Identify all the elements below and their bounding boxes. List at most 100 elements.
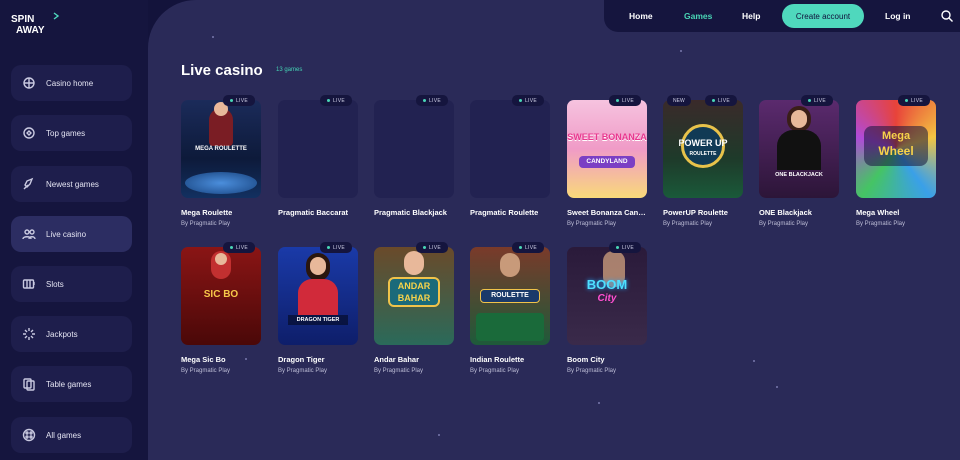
sidebar-item-top-games[interactable]: Top games: [11, 115, 132, 151]
page-title: Live casino: [181, 62, 263, 79]
game-title[interactable]: Pragmatic Roulette: [470, 208, 550, 217]
game-thumbnail[interactable]: SWEET BONANZA CANDYLAND: [567, 100, 647, 198]
sidebar-item-slots[interactable]: Slots: [11, 266, 132, 302]
rocket-icon: [21, 176, 37, 192]
game-thumbnail[interactable]: ANDAR BAHAR: [374, 247, 454, 345]
game-provider: By Pragmatic Play: [181, 221, 231, 227]
new-badge: NEW: [667, 95, 691, 106]
sidebar-item-live-casino[interactable]: Live casino: [11, 216, 132, 252]
sidebar: SPIN AWAY Casino home Top games Newest g…: [0, 0, 148, 460]
trophy-icon: [21, 125, 37, 141]
slots-icon: [21, 276, 37, 292]
game-art-text: DRAGON TIGER: [296, 317, 340, 323]
game-art-text-2: CANDYLAND: [586, 158, 628, 165]
game-card-powerup-roulette[interactable]: NEW LIVE POWER UP ROULETTE PowerUP Roule…: [663, 95, 743, 227]
game-title[interactable]: Andar Bahar: [374, 355, 454, 364]
game-provider: By Pragmatic Play: [567, 221, 617, 227]
live-badge: LIVE: [319, 95, 352, 106]
game-provider: By Pragmatic Play: [181, 368, 231, 374]
sidebar-item-jackpots[interactable]: Jackpots: [11, 316, 132, 352]
jackpot-icon: [21, 326, 37, 342]
game-card-sweet-bonanza[interactable]: LIVE SWEET BONANZA CANDYLAND Sweet Bonan…: [567, 95, 647, 227]
game-title[interactable]: Dragon Tiger: [278, 355, 358, 364]
game-thumbnail[interactable]: [278, 100, 358, 198]
game-thumbnail[interactable]: [374, 100, 454, 198]
nav-help[interactable]: Help: [742, 11, 760, 21]
game-title[interactable]: Boom City: [567, 355, 647, 364]
game-art-text-2: City: [597, 293, 617, 304]
create-account-button[interactable]: Create account: [782, 4, 864, 28]
sidebar-item-all-games[interactable]: All games: [11, 417, 132, 453]
game-title[interactable]: Sweet Bonanza CandyLand: [567, 208, 647, 217]
game-card-boom-city[interactable]: LIVE BOOM City Boom City By Pragmatic Pl…: [567, 242, 647, 374]
game-card-mega-sic-bo[interactable]: LIVE SIC BO Mega Sic Bo By Pragmatic Pla…: [181, 242, 261, 374]
game-card-mega-roulette[interactable]: LIVE MEGA ROULETTE Mega Roulette By Prag…: [181, 95, 261, 227]
live-badge: LIVE: [800, 95, 833, 106]
nav-home[interactable]: Home: [629, 11, 653, 21]
game-card-one-blackjack[interactable]: LIVE ONE BLACKJACK ONE Blackjack By Prag…: [759, 95, 839, 227]
nav-games[interactable]: Games: [684, 11, 712, 21]
live-badge: LIVE: [222, 95, 255, 106]
game-card-pragmatic-roulette[interactable]: LIVE Pragmatic Roulette: [470, 95, 550, 217]
cards-icon: [21, 376, 37, 392]
sidebar-item-label: Table games: [46, 379, 92, 389]
live-badge: LIVE: [415, 242, 448, 253]
live-badge: LIVE: [608, 242, 641, 253]
game-thumbnail[interactable]: SIC BO: [181, 247, 261, 345]
game-art-text-2: Wheel: [878, 144, 914, 158]
live-badge: LIVE: [608, 95, 641, 106]
game-thumbnail[interactable]: MEGA ROULETTE: [181, 100, 261, 198]
live-badge: LIVE: [704, 95, 737, 106]
sidebar-item-newest-games[interactable]: Newest games: [11, 166, 132, 202]
login-button[interactable]: Log in: [885, 11, 911, 21]
game-title[interactable]: Indian Roulette: [470, 355, 550, 364]
game-art-text: SIC BO: [203, 289, 239, 300]
game-art-text: Mega: [881, 130, 911, 142]
game-art-text: POWER UP: [678, 138, 728, 148]
sidebar-item-table-games[interactable]: Table games: [11, 366, 132, 402]
game-title[interactable]: Pragmatic Blackjack: [374, 208, 454, 217]
live-badge: LIVE: [222, 242, 255, 253]
game-art-text: BOOM: [586, 277, 628, 292]
game-thumbnail[interactable]: Mega Wheel: [856, 100, 936, 198]
game-card-indian-roulette[interactable]: LIVE ROULETTE Indian Roulette By Pragmat…: [470, 242, 550, 374]
game-card-pragmatic-baccarat[interactable]: LIVE Pragmatic Baccarat: [278, 95, 358, 217]
sidebar-item-label: All games: [46, 430, 82, 440]
brand-logo[interactable]: SPIN AWAY: [10, 10, 68, 36]
game-art-text: MEGA ROULETTE: [195, 146, 247, 152]
game-thumbnail[interactable]: ROULETTE: [470, 247, 550, 345]
sidebar-item-label: Live casino: [46, 229, 87, 239]
game-thumbnail[interactable]: [470, 100, 550, 198]
game-art-text: ANDAR: [397, 281, 431, 291]
search-icon[interactable]: [940, 9, 954, 23]
game-provider: By Pragmatic Play: [759, 221, 809, 227]
game-card-andar-bahar[interactable]: LIVE ANDAR BAHAR Andar Bahar By Pragmati…: [374, 242, 454, 374]
home-icon: [21, 75, 37, 91]
main-content: [148, 0, 960, 460]
game-art-text-2: BAHAR: [397, 293, 431, 303]
game-title[interactable]: Mega Sic Bo: [181, 355, 261, 364]
game-provider: By Pragmatic Play: [567, 368, 617, 374]
game-thumbnail[interactable]: DRAGON TIGER: [278, 247, 358, 345]
game-thumbnail[interactable]: POWER UP ROULETTE: [663, 100, 743, 198]
live-badge: LIVE: [415, 95, 448, 106]
game-thumbnail[interactable]: ONE BLACKJACK: [759, 100, 839, 198]
game-title[interactable]: PowerUP Roulette: [663, 208, 743, 217]
game-title[interactable]: Pragmatic Baccarat: [278, 208, 358, 217]
live-badge: LIVE: [897, 95, 930, 106]
game-title[interactable]: Mega Roulette: [181, 208, 261, 217]
sidebar-item-label: Newest games: [46, 179, 99, 189]
game-provider: By Pragmatic Play: [374, 368, 424, 374]
game-title[interactable]: Mega Wheel: [856, 208, 936, 217]
sidebar-item-casino-home[interactable]: Casino home: [11, 65, 132, 101]
game-art-text-2: ROULETTE: [689, 151, 717, 157]
sidebar-item-label: Slots: [46, 279, 64, 289]
game-card-pragmatic-blackjack[interactable]: LIVE Pragmatic Blackjack: [374, 95, 454, 217]
game-card-mega-wheel[interactable]: LIVE Mega Wheel Mega Wheel By Pragmatic …: [856, 95, 936, 227]
game-thumbnail[interactable]: BOOM City: [567, 247, 647, 345]
game-provider: By Pragmatic Play: [663, 221, 713, 227]
games-count: 13 games: [276, 67, 303, 73]
game-title[interactable]: ONE Blackjack: [759, 208, 839, 217]
game-art-text: SWEET BONANZA: [567, 132, 647, 142]
game-card-dragon-tiger[interactable]: LIVE DRAGON TIGER Dragon Tiger By Pragma…: [278, 242, 358, 374]
